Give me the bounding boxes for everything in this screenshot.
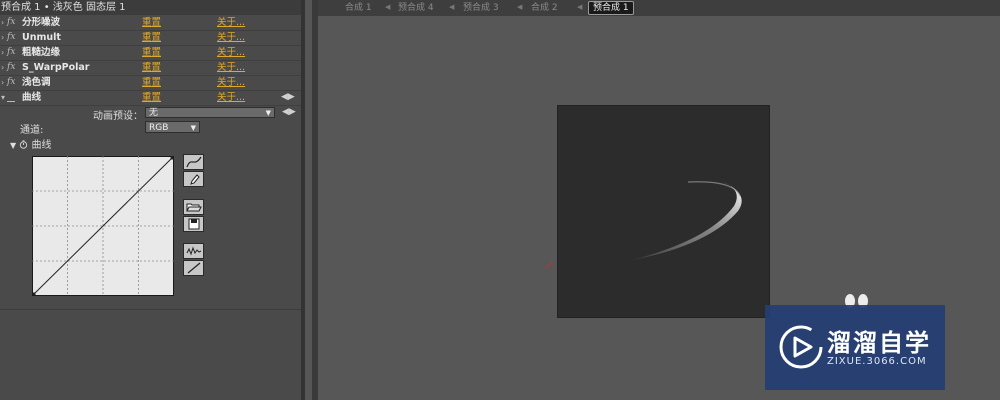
effect-name: 分形噪波 — [22, 17, 61, 28]
effect-name: S_WarpPolar — [22, 62, 90, 73]
about-link[interactable]: 关于... — [217, 45, 245, 60]
preset-value: 无 — [149, 108, 159, 118]
effect-name: 浅色调 — [22, 77, 51, 88]
twirl-closed-icon[interactable]: › — [1, 30, 6, 45]
smooth-button[interactable] — [183, 243, 204, 259]
effect-name: Unmult — [22, 32, 61, 43]
fx-toggle-icon[interactable]: fx — [7, 75, 15, 90]
comp-tab-active[interactable]: 预合成 1 — [588, 1, 634, 15]
curve-point-end — [170, 156, 174, 160]
reset-link[interactable]: 重置 — [142, 45, 161, 60]
play-logo-icon — [779, 325, 823, 369]
curves-graph[interactable] — [32, 156, 174, 296]
twirl-closed-icon[interactable]: › — [1, 60, 6, 75]
effect-row-roughen-edges[interactable]: › fx 粗糙边缘 重置 关于... — [0, 45, 301, 61]
chevron-down-icon: ▼ — [190, 124, 196, 132]
reset-link[interactable]: 重置 — [142, 30, 161, 45]
preset-label: 动画预设： — [93, 111, 143, 122]
about-link[interactable]: 关于... — [217, 30, 245, 45]
save-icon — [188, 218, 200, 230]
watermark-logo: 溜溜自学 ZIXUE.3066.COM — [765, 305, 945, 390]
fx-toggle-icon[interactable]: fx — [7, 15, 15, 30]
light-arc-render — [628, 181, 742, 261]
twirl-closed-icon[interactable]: › — [1, 45, 6, 60]
reset-link[interactable]: 重置 — [142, 15, 161, 30]
channel-dropdown[interactable]: RGB ▼ — [145, 121, 200, 133]
anchor-point-icon[interactable] — [546, 261, 553, 269]
effect-row-tint[interactable]: › fx 浅色调 重置 关于... — [0, 75, 301, 91]
effect-enable-checkbox[interactable] — [7, 94, 15, 102]
smooth-icon — [186, 246, 202, 256]
next-preset-icon[interactable]: ▶ — [289, 107, 296, 117]
curve-tool-icon — [186, 156, 202, 168]
effect-name: 粗糙边缘 — [22, 47, 61, 58]
linear-icon — [187, 262, 201, 274]
effect-controls-panel: 预合成 1 • 浅灰色 固态层 1 › fx 分形噪波 重置 关于... › f… — [0, 0, 302, 400]
prev-preset-icon[interactable]: ◀ — [282, 107, 289, 117]
composition-tab-bar: 合成 1 ◀ 预合成 4 ◀ 预合成 3 ◀ 合成 2 ◀ 预合成 1 — [318, 0, 1000, 16]
composition-canvas[interactable] — [557, 105, 770, 318]
fx-toggle-icon[interactable]: fx — [7, 60, 15, 75]
preset-nav-arrows[interactable]: ◀▶ — [282, 107, 296, 117]
reset-link[interactable]: 重置 — [142, 75, 161, 90]
twirl-closed-icon[interactable]: › — [1, 15, 6, 30]
twirl-open-icon[interactable]: ▾ — [1, 90, 6, 105]
open-folder-icon — [186, 203, 202, 212]
watermark-title: 溜溜自学 — [827, 329, 931, 357]
about-link[interactable]: 关于... — [217, 90, 245, 105]
watermark-url: ZIXUE.3066.COM — [827, 356, 927, 367]
channel-value: RGB — [149, 123, 169, 133]
scroll-left-icon[interactable]: ◀ — [281, 92, 288, 102]
curves-label: 曲线 — [31, 140, 52, 151]
effect-row-curves[interactable]: ▾ 曲线 重置 关于... — [0, 90, 301, 106]
twirl-open-icon[interactable]: ▼ — [10, 141, 16, 150]
fx-toggle-icon[interactable]: fx — [7, 45, 15, 60]
effect-name: 曲线 — [22, 92, 42, 103]
reset-link[interactable]: 重置 — [142, 90, 161, 105]
about-link[interactable]: 关于... — [217, 15, 245, 30]
effect-row-fractal-noise[interactable]: › fx 分形噪波 重置 关于... — [0, 15, 301, 31]
fx-toggle-icon[interactable]: fx — [7, 30, 15, 45]
tab-separator-icon: ◀ — [449, 3, 455, 11]
about-link[interactable]: 关于... — [217, 60, 245, 75]
effect-row-unmult[interactable]: › fx Unmult 重置 关于... — [0, 30, 301, 46]
about-link[interactable]: 关于... — [217, 75, 245, 90]
chevron-down-icon: ▼ — [265, 109, 271, 117]
curve-tool-button[interactable] — [183, 154, 204, 170]
pencil-tool-button[interactable] — [183, 171, 204, 187]
comp-tab[interactable]: 预合成 4 — [398, 2, 434, 14]
twirl-closed-icon[interactable]: › — [1, 75, 6, 90]
panel-divider[interactable] — [301, 0, 305, 400]
scroll-arrows[interactable]: ◀▶ — [281, 92, 295, 102]
tab-separator-icon: ◀ — [517, 3, 523, 11]
stopwatch-icon[interactable] — [19, 140, 28, 149]
tab-separator-icon: ◀ — [385, 3, 391, 11]
pencil-icon — [190, 174, 200, 185]
scroll-right-icon[interactable]: ▶ — [288, 92, 295, 102]
reset-linear-button[interactable] — [183, 260, 204, 276]
channel-label: 通道: — [20, 125, 44, 136]
curve-point-start — [32, 292, 36, 296]
effect-row-warp-polar[interactable]: › fx S_WarpPolar 重置 关于... — [0, 60, 301, 76]
panel-split-line — [0, 309, 301, 310]
preset-dropdown[interactable]: 无 ▼ — [145, 107, 275, 118]
comp-tab[interactable]: 合成 1 — [345, 2, 372, 14]
curves-property[interactable]: ▼ 曲线 — [10, 136, 52, 151]
comp-tab[interactable]: 预合成 3 — [463, 2, 499, 14]
save-curve-button[interactable] — [183, 216, 204, 232]
animation-preset-row: 动画预设： 无 ▼ ◀▶ — [0, 106, 301, 122]
tab-separator-icon: ◀ — [577, 3, 583, 11]
open-curve-button[interactable] — [183, 199, 204, 215]
reset-link[interactable]: 重置 — [142, 60, 161, 75]
comp-tab[interactable]: 合成 2 — [531, 2, 558, 14]
panel-title: 预合成 1 • 浅灰色 固态层 1 — [0, 0, 302, 15]
